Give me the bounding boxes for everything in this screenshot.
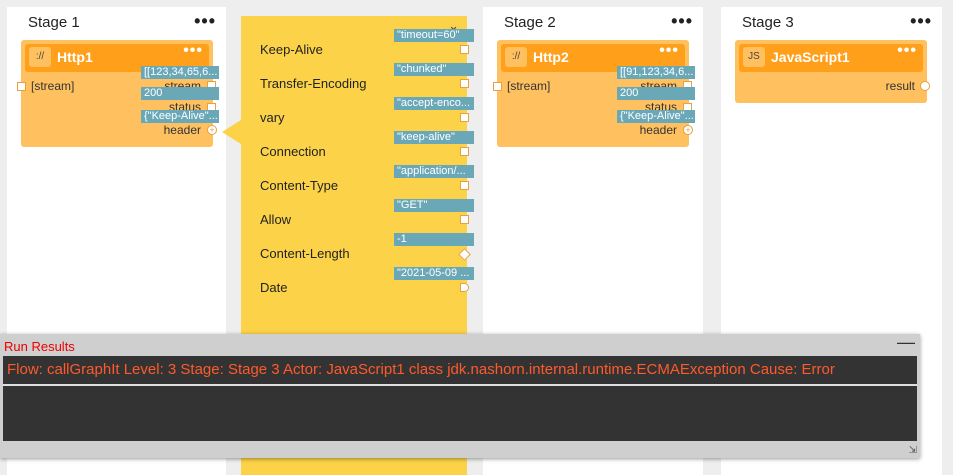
- add-port-icon[interactable]: +: [207, 125, 217, 135]
- http-icon: ://: [29, 47, 51, 67]
- header-name: Keep-Alive: [260, 42, 323, 57]
- http-icon: ://: [505, 47, 527, 67]
- stage-title: Stage 2: [504, 14, 556, 31]
- add-port-icon[interactable]: +: [683, 125, 693, 135]
- actor-name: JavaScript1: [771, 49, 850, 65]
- output-value-status[interactable]: 200: [141, 87, 219, 100]
- actor-menu-icon[interactable]: •••: [897, 42, 917, 60]
- stage-menu-icon[interactable]: •••: [194, 11, 216, 32]
- header-port[interactable]: [458, 248, 471, 261]
- actor-header[interactable]: JS JavaScript1 •••: [739, 42, 923, 72]
- run-results-title: Run Results: [4, 339, 75, 354]
- header-value[interactable]: "chunked": [394, 63, 474, 76]
- header-name: Transfer-Encoding: [260, 76, 367, 91]
- header-name: Content-Length: [260, 246, 350, 261]
- header-value[interactable]: "timeout=60": [394, 29, 474, 42]
- actor-javascript1[interactable]: JS JavaScript1 ••• result: [735, 40, 930, 103]
- header-name: vary: [260, 110, 285, 125]
- stage-menu-icon[interactable]: •••: [671, 11, 693, 32]
- output-label-result: result: [885, 79, 915, 93]
- header-value[interactable]: "application/...: [394, 165, 474, 178]
- output-label-header: header: [639, 123, 677, 137]
- javascript-icon: JS: [743, 47, 765, 67]
- header-port[interactable]: [460, 147, 469, 156]
- output-value-header[interactable]: {"Keep-Alive"...: [617, 110, 695, 123]
- header-value[interactable]: -1: [394, 233, 474, 246]
- stage-title: Stage 1: [28, 14, 80, 31]
- output-label-header: header: [163, 123, 201, 137]
- header-port[interactable]: [460, 45, 469, 54]
- resize-handle-icon[interactable]: ⇲: [909, 445, 917, 456]
- actor-http2[interactable]: :// Http2 ••• [stream] stream [[91,123,3…: [493, 40, 695, 147]
- error-message: Flow: callGraphIt Level: 3 Stage: Stage …: [3, 356, 917, 386]
- header-name: Date: [260, 280, 288, 295]
- header-name: Connection: [260, 144, 326, 159]
- actor-name: Http1: [57, 49, 93, 65]
- input-label: [stream]: [507, 79, 551, 93]
- actor-http1[interactable]: :// Http1 ••• [stream] stream [[123,34,6…: [17, 40, 219, 147]
- stage-title: Stage 3: [742, 14, 794, 31]
- output-port-result[interactable]: [920, 81, 930, 91]
- header-value[interactable]: "accept-enco...: [394, 97, 474, 110]
- actor-menu-icon[interactable]: •••: [659, 42, 679, 60]
- popup-pointer: [222, 120, 241, 144]
- input-label: [stream]: [31, 79, 75, 93]
- header-value[interactable]: "GET": [394, 199, 474, 212]
- header-port[interactable]: [460, 215, 469, 224]
- input-port[interactable]: [493, 82, 502, 91]
- header-value[interactable]: "2021-05-09 ...: [394, 267, 474, 280]
- minimize-icon[interactable]: —: [897, 332, 915, 353]
- input-port[interactable]: [17, 82, 26, 91]
- header-value[interactable]: "keep-alive": [394, 131, 474, 144]
- header-name: Allow: [260, 212, 292, 227]
- header-port[interactable]: [460, 181, 469, 190]
- stage-menu-icon[interactable]: •••: [910, 11, 932, 32]
- header-port[interactable]: [460, 283, 469, 292]
- run-results-log[interactable]: Flow: callGraphIt Level: 3 Stage: Stage …: [3, 356, 917, 441]
- output-value-stream[interactable]: [[91,123,34,6...: [617, 66, 695, 79]
- output-value-header[interactable]: {"Keep-Alive"...: [141, 110, 219, 123]
- run-results-panel: Run Results — Flow: callGraphIt Level: 3…: [0, 332, 920, 458]
- header-name: Content-Type: [260, 178, 339, 193]
- header-port[interactable]: [460, 113, 469, 122]
- output-value-stream[interactable]: [[123,34,65,6...: [141, 66, 219, 79]
- actor-menu-icon[interactable]: •••: [183, 42, 203, 60]
- output-value-status[interactable]: 200: [617, 87, 695, 100]
- header-port[interactable]: [460, 79, 469, 88]
- actor-name: Http2: [533, 49, 569, 65]
